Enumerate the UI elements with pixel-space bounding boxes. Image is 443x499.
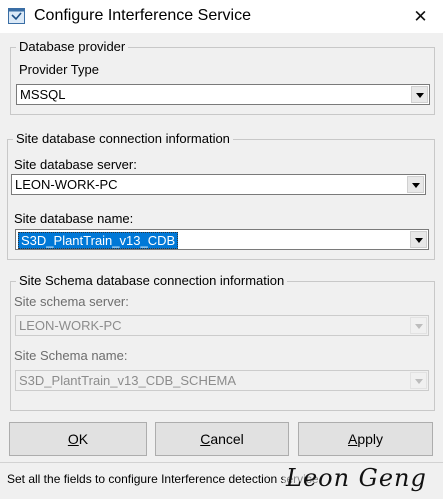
cancel-button[interactable]: Cancel <box>155 422 289 456</box>
window-title: Configure Interference Service <box>34 7 251 24</box>
config-app-icon <box>8 8 25 24</box>
ok-button[interactable]: OK <box>9 422 147 456</box>
site-schema-server-dropdown-button <box>410 317 427 334</box>
site-schema-name-dropdown-button <box>410 372 427 389</box>
site-db-server-label: Site database server: <box>14 157 137 172</box>
cancel-mnemonic: C <box>200 431 211 447</box>
site-schema-legend: Site Schema database connection informat… <box>16 273 288 289</box>
provider-type-label: Provider Type <box>19 62 99 77</box>
site-db-name-value: S3D_PlantTrain_v13_CDB <box>18 232 179 249</box>
chevron-down-icon <box>415 379 423 384</box>
chevron-down-icon <box>415 324 423 329</box>
title-bar: Configure Interference Service ✕ <box>0 0 443 33</box>
provider-type-select[interactable]: MSSQL <box>16 84 430 105</box>
site-db-name-label: Site database name: <box>14 211 134 226</box>
database-provider-legend: Database provider <box>16 39 129 55</box>
site-schema-name-label: Site Schema name: <box>14 348 128 363</box>
provider-type-value: MSSQL <box>20 87 66 102</box>
site-schema-name-select: S3D_PlantTrain_v13_CDB_SCHEMA <box>15 370 429 391</box>
apply-mnemonic: A <box>347 431 358 447</box>
site-schema-server-value: LEON-WORK-PC <box>19 318 122 333</box>
cancel-label-rest: ancel <box>210 431 244 447</box>
site-db-server-select[interactable]: LEON-WORK-PC <box>11 174 426 195</box>
chevron-down-icon <box>415 238 423 243</box>
site-schema-server-select: LEON-WORK-PC <box>15 315 429 336</box>
chevron-down-icon <box>412 183 420 188</box>
chevron-down-icon <box>416 93 424 98</box>
site-db-legend: Site database connection information <box>13 131 233 147</box>
signature-watermark: Leon Geng <box>283 464 430 492</box>
site-schema-server-label: Site schema server: <box>14 294 129 309</box>
apply-button[interactable]: Apply <box>298 422 433 456</box>
apply-label-rest: pply <box>357 431 384 447</box>
status-text: Set all the fields to configure Interfer… <box>7 472 319 486</box>
site-db-server-value: LEON-WORK-PC <box>15 177 118 192</box>
ok-mnemonic: O <box>67 431 79 447</box>
close-icon: ✕ <box>413 6 428 26</box>
site-db-name-dropdown-button[interactable] <box>410 231 427 248</box>
close-button[interactable]: ✕ <box>398 0 443 33</box>
ok-label-rest: K <box>78 431 89 447</box>
status-bar: Set all the fields to configure Interfer… <box>0 462 443 499</box>
provider-type-dropdown-button[interactable] <box>411 86 428 103</box>
site-db-server-dropdown-button[interactable] <box>407 176 424 193</box>
site-db-name-select[interactable]: S3D_PlantTrain_v13_CDB <box>15 229 429 250</box>
site-schema-name-value: S3D_PlantTrain_v13_CDB_SCHEMA <box>19 373 237 388</box>
